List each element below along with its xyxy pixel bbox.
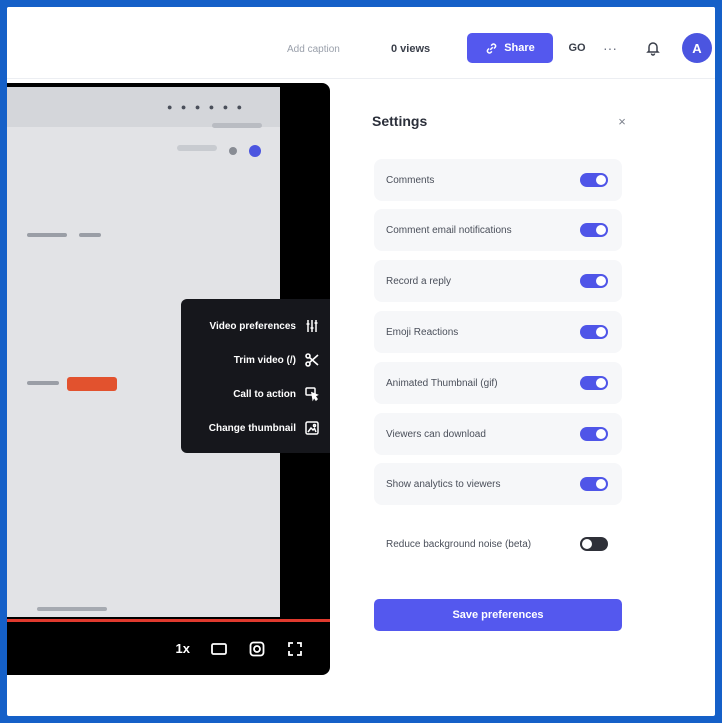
video-placeholder-text <box>177 145 217 151</box>
go-button[interactable]: GO <box>563 35 591 61</box>
setting-show-analytics: Show analytics to viewers <box>374 463 622 505</box>
avatar[interactable]: A <box>682 33 712 63</box>
setting-comments: Comments <box>374 159 622 201</box>
setting-comment-email-notifications: Comment email notifications <box>374 209 622 251</box>
animated-thumbnail-toggle[interactable] <box>580 376 608 390</box>
video-placeholder-avatar <box>249 145 261 157</box>
video-placeholder-text <box>212 123 262 128</box>
fullscreen-button[interactable] <box>286 640 304 658</box>
settings-header: Settings × <box>372 106 632 136</box>
menu-item-change-thumbnail[interactable]: Change thumbnail <box>181 411 320 445</box>
bell-icon <box>646 42 660 56</box>
save-preferences-button[interactable]: Save preferences <box>374 599 622 631</box>
share-button-label: Share <box>504 42 535 54</box>
setting-label: Record a reply <box>386 275 452 287</box>
menu-item-label: Change thumbnail <box>208 422 296 434</box>
theater-icon <box>211 642 227 655</box>
setting-label: Animated Thumbnail (gif) <box>386 377 498 389</box>
share-button[interactable]: Share <box>467 33 553 63</box>
notifications-button[interactable] <box>641 35 665 61</box>
fullscreen-icon <box>288 641 302 656</box>
comments-toggle[interactable] <box>580 173 608 187</box>
add-caption-link[interactable]: Add caption <box>287 37 340 61</box>
close-icon[interactable]: × <box>612 111 632 131</box>
menu-item-call-to-action[interactable]: Call to action <box>181 377 320 411</box>
top-bar: Add caption 0 views Share GO ··· A <box>7 7 715 79</box>
setting-viewers-can-download: Viewers can download <box>374 413 622 455</box>
show-analytics-toggle[interactable] <box>580 477 608 491</box>
menu-item-trim-video[interactable]: Trim video (/) <box>181 343 320 377</box>
record-reply-toggle[interactable] <box>580 274 608 288</box>
setting-label: Comments <box>386 174 435 186</box>
settings-panel: Settings × Comments Comment email notifi… <box>350 83 648 643</box>
settings-title: Settings <box>372 113 428 129</box>
setting-label: Show analytics to viewers <box>386 478 501 490</box>
app-frame: Add caption 0 views Share GO ··· A ● ● ●… <box>7 7 715 716</box>
player-controls: 1x <box>7 622 330 675</box>
viewers-download-toggle[interactable] <box>580 427 608 441</box>
settings-button[interactable] <box>248 640 266 658</box>
menu-item-label: Call to action <box>233 388 296 400</box>
setting-label: Comment email notifications <box>386 224 512 236</box>
video-placeholder-text <box>79 233 101 237</box>
menu-item-video-preferences[interactable]: Video preferences <box>181 309 320 343</box>
views-count: 0 views <box>391 43 431 55</box>
setting-label: Reduce background noise (beta) <box>386 538 532 550</box>
comment-email-toggle[interactable] <box>580 223 608 237</box>
video-player[interactable]: ● ● ● ● ● ● 1x Video preferences Trim vi… <box>7 83 330 675</box>
video-placeholder-button <box>67 377 117 391</box>
sliders-icon <box>306 320 318 332</box>
video-options-menu: Video preferences Trim video (/) Call to… <box>181 299 330 453</box>
menu-item-label: Trim video (/) <box>233 354 296 366</box>
setting-label: Viewers can download <box>386 428 486 440</box>
setting-reduce-background-noise: Reduce background noise (beta) <box>374 517 622 571</box>
video-placeholder-text <box>37 607 107 611</box>
setting-record-a-reply: Record a reply <box>374 260 622 302</box>
video-placeholder-text <box>27 381 59 385</box>
video-placeholder-text <box>27 233 67 237</box>
setting-label: Emoji Reactions <box>386 326 459 338</box>
menu-item-label: Video preferences <box>209 320 296 332</box>
gear-icon <box>249 641 265 656</box>
video-toolbar-dots: ● ● ● ● ● ● <box>167 102 246 112</box>
image-icon <box>305 421 319 435</box>
playback-speed-button[interactable]: 1x <box>176 641 190 656</box>
video-placeholder-icon <box>229 147 237 155</box>
cursor-click-icon <box>305 387 319 402</box>
reduce-noise-toggle[interactable] <box>580 537 608 551</box>
share-link-icon <box>486 42 497 54</box>
emoji-reactions-toggle[interactable] <box>580 325 608 339</box>
theater-mode-button[interactable] <box>210 640 228 658</box>
scissors-icon <box>305 353 319 367</box>
setting-emoji-reactions: Emoji Reactions <box>374 311 622 353</box>
setting-animated-thumbnail: Animated Thumbnail (gif) <box>374 362 622 404</box>
more-options-button[interactable]: ··· <box>598 35 622 61</box>
